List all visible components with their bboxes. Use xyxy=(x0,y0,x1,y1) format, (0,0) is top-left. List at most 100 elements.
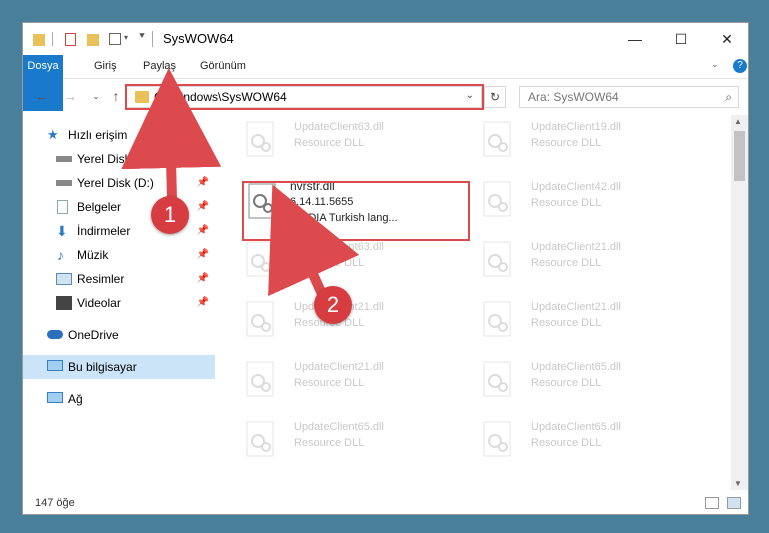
scroll-up-icon[interactable]: ▲ xyxy=(734,117,742,126)
file-item[interactable]: UpdateClient63.dll Resource DLL xyxy=(242,235,442,291)
file-name: UpdateClient21.dll xyxy=(531,301,621,313)
refresh-button[interactable]: ↻ xyxy=(484,86,506,108)
file-item[interactable]: UpdateClient65.dll Resource DLL xyxy=(242,415,442,471)
dll-file-icon xyxy=(246,361,276,399)
divider xyxy=(52,32,53,46)
new-folder-icon[interactable] xyxy=(87,34,99,46)
sidebar-item-this-pc[interactable]: Bu bilgisayar xyxy=(23,355,215,379)
status-bar: 147 öğe xyxy=(23,492,748,514)
tab-home[interactable]: Giriş xyxy=(85,55,126,78)
pin-icon[interactable]: 📌 xyxy=(197,171,209,195)
vertical-scrollbar[interactable]: ▲ ▼ xyxy=(731,115,748,490)
explorer-window: ▾ ⯆ SysWOW64 — ☐ ✕ Dosya Giriş Paylaş Gö… xyxy=(22,22,749,515)
file-item[interactable]: UpdateClient42.dll Resource DLL xyxy=(479,175,679,231)
scroll-down-icon[interactable]: ▼ xyxy=(734,479,742,488)
file-name: UpdateClient63.dll xyxy=(294,241,384,253)
sidebar-item-label: İndirmeler xyxy=(77,224,131,238)
title-bar: ▾ ⯆ SysWOW64 — ☐ ✕ xyxy=(23,23,748,55)
sidebar-item-label: Videolar xyxy=(77,296,121,310)
dll-file-icon xyxy=(483,181,513,219)
file-name: UpdateClient65.dll xyxy=(294,421,384,433)
window-title: SysWOW64 xyxy=(163,31,234,46)
file-type: Resource DLL xyxy=(531,377,602,389)
search-input[interactable]: Ara: SysWOW64 ⌕ xyxy=(519,86,739,108)
navigation-bar: ← → ⌄ ↑ C:\Windows\SysWOW64 ⌄ ↻ Ara: Sys… xyxy=(23,79,748,115)
forward-arrow-icon[interactable]: → xyxy=(61,87,79,105)
pin-icon[interactable]: 📌 xyxy=(197,219,209,243)
tab-view[interactable]: Görünüm xyxy=(191,55,255,78)
file-type: Resource DLL xyxy=(531,317,602,329)
pin-icon[interactable]: 📌 xyxy=(197,147,209,171)
step-badge-2: 2 xyxy=(314,286,352,324)
document-icon xyxy=(57,200,68,214)
file-type: Resource DLL xyxy=(294,437,365,449)
sidebar-item-label: Yerel Disk (C:) xyxy=(77,152,154,166)
expand-ribbon-icon[interactable]: ⌄ xyxy=(711,59,719,70)
download-icon: ⬇ xyxy=(56,223,68,239)
sidebar-item-music[interactable]: ♪ Müzik 📌 xyxy=(23,243,215,267)
sidebar-item-videos[interactable]: Videolar 📌 xyxy=(23,291,215,315)
file-name: UpdateClient19.dll xyxy=(531,121,621,133)
pictures-icon xyxy=(56,273,72,285)
recent-locations-icon[interactable]: ⌄ xyxy=(87,87,105,105)
pin-icon[interactable]: 📌 xyxy=(197,267,209,291)
item-count: 147 öğe xyxy=(35,497,75,509)
file-item[interactable]: UpdateClient21.dll Resource DLL xyxy=(479,295,679,351)
file-type: Resource DLL xyxy=(531,137,602,149)
sidebar-item-label: Yerel Disk (D:) xyxy=(77,176,154,190)
close-button[interactable]: ✕ xyxy=(704,23,748,55)
folder-icon xyxy=(33,34,45,46)
maximize-button[interactable]: ☐ xyxy=(658,23,704,55)
view-icon[interactable] xyxy=(109,33,121,45)
file-item[interactable]: UpdateClient19.dll Resource DLL xyxy=(479,115,679,171)
file-type: Resource DLL xyxy=(294,137,365,149)
tab-share[interactable]: Paylaş xyxy=(134,55,185,78)
sidebar-item-network[interactable]: Ağ xyxy=(23,387,215,411)
sidebar-item-label: Bu bilgisayar xyxy=(68,360,137,374)
file-type: Resource DLL xyxy=(531,197,602,209)
file-name: UpdateClient42.dll xyxy=(531,181,621,193)
sidebar-item-pictures[interactable]: Resimler 📌 xyxy=(23,267,215,291)
help-icon[interactable]: ? xyxy=(733,59,747,73)
file-name: UpdateClient65.dll xyxy=(531,361,621,373)
divider xyxy=(152,31,153,47)
scroll-thumb[interactable] xyxy=(734,131,745,181)
file-item[interactable]: UpdateClient21.dll Resource DLL xyxy=(479,235,679,291)
file-name: UpdateClient65.dll xyxy=(531,421,621,433)
file-item[interactable]: UpdateClient21.dll Resource DLL xyxy=(242,355,442,411)
properties-icon[interactable] xyxy=(65,33,76,46)
up-arrow-icon[interactable]: ↑ xyxy=(107,87,125,105)
step-badge-1: 1 xyxy=(151,196,189,234)
details-view-icon[interactable] xyxy=(705,497,719,509)
dll-file-icon xyxy=(246,301,276,339)
pin-icon[interactable]: 📌 xyxy=(197,243,209,267)
ribbon: Dosya Giriş Paylaş Görünüm ⌄ ? xyxy=(23,55,748,111)
sidebar-item-quick-access[interactable]: ★ Hızlı erişim xyxy=(23,123,215,147)
customize-toolbar-icon[interactable]: ⯆ xyxy=(138,31,146,47)
drive-icon xyxy=(56,180,72,186)
file-item[interactable]: UpdateClient65.dll Resource DLL xyxy=(479,355,679,411)
pin-icon[interactable]: 📌 xyxy=(197,195,209,219)
file-item[interactable]: UpdateClient63.dll Resource DLL xyxy=(242,115,442,171)
sidebar-item-onedrive[interactable]: OneDrive xyxy=(23,323,215,347)
back-arrow-icon[interactable]: ← xyxy=(33,87,51,105)
dll-file-icon xyxy=(483,421,513,459)
drive-icon xyxy=(56,156,72,162)
large-icons-view-icon[interactable] xyxy=(727,497,741,509)
file-type: Resource DLL xyxy=(531,437,602,449)
file-type: Resource DLL xyxy=(294,257,365,269)
dll-file-icon xyxy=(483,121,513,159)
sidebar-item-local-disk-c[interactable]: Yerel Disk (C:) 📌 xyxy=(23,147,215,171)
chevron-down-icon[interactable]: ▾ xyxy=(124,33,128,49)
search-icon: ⌕ xyxy=(725,90,732,104)
computer-icon xyxy=(47,360,63,371)
file-item[interactable]: UpdateClient65.dll Resource DLL xyxy=(479,415,679,471)
sidebar-item-local-disk-d[interactable]: Yerel Disk (D:) 📌 xyxy=(23,171,215,195)
dll-file-icon xyxy=(483,361,513,399)
dll-file-icon xyxy=(246,241,276,279)
minimize-button[interactable]: — xyxy=(612,23,658,55)
sidebar-item-label: Ağ xyxy=(68,392,83,406)
pin-icon[interactable]: 📌 xyxy=(197,291,209,315)
dll-file-icon xyxy=(483,241,513,279)
address-highlight xyxy=(125,84,484,110)
